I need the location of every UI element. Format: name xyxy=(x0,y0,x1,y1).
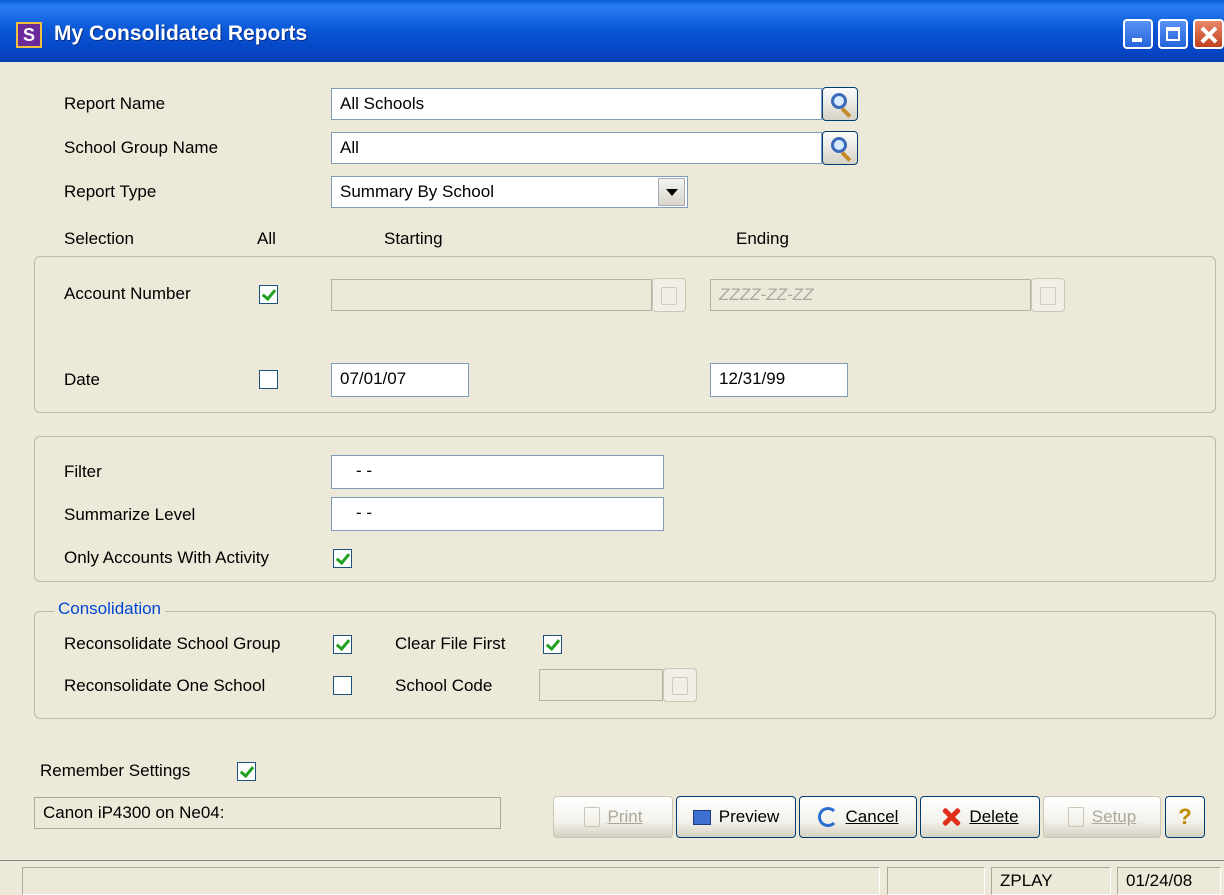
clear-file-checkbox[interactable] xyxy=(543,635,562,654)
help-icon: ? xyxy=(1178,804,1192,829)
print-button[interactable]: Print xyxy=(553,796,673,838)
minimize-button[interactable] xyxy=(1123,19,1153,49)
all-header: All xyxy=(257,229,276,248)
status-message-panel xyxy=(22,867,880,895)
account-end-field[interactable]: ZZZZ-ZZ-ZZ xyxy=(710,279,1031,311)
print-label: Print xyxy=(607,807,643,826)
magnifier-icon xyxy=(831,137,847,153)
date-end-field[interactable]: 12/31/99 xyxy=(710,363,848,397)
preview-button[interactable]: Preview xyxy=(676,796,796,838)
report-type-label: Report Type xyxy=(64,182,157,201)
maximize-button[interactable] xyxy=(1158,19,1188,49)
consolidation-legend: Consolidation xyxy=(54,599,166,619)
recon-one-label: Reconsolidate One School xyxy=(64,676,266,695)
report-name-label: Report Name xyxy=(64,94,166,113)
filter-label: Filter xyxy=(64,462,102,481)
recon-group-label: Reconsolidate School Group xyxy=(64,634,281,653)
account-number-label: Account Number xyxy=(64,284,191,303)
report-name-lookup-button[interactable] xyxy=(822,87,858,121)
school-group-field[interactable]: All xyxy=(331,132,822,164)
preview-label: Preview xyxy=(718,807,780,826)
close-button[interactable] xyxy=(1193,19,1224,49)
page-icon xyxy=(1067,807,1084,827)
status-bar: ZPLAY 01/24/08 xyxy=(0,860,1224,895)
report-window: S My Consolidated Reports Report Name Al… xyxy=(0,0,1224,895)
remember-settings-checkbox[interactable] xyxy=(237,762,256,781)
school-group-label: School Group Name xyxy=(64,138,219,157)
account-end-lookup-button[interactable] xyxy=(1031,278,1065,312)
help-button[interactable]: ? xyxy=(1165,796,1205,838)
magnifier-icon xyxy=(831,93,847,109)
clear-file-label: Clear File First xyxy=(395,634,506,653)
starting-header: Starting xyxy=(384,229,443,248)
delete-x-icon xyxy=(941,807,961,827)
app-icon: S xyxy=(16,22,42,48)
delete-button[interactable]: Delete xyxy=(920,796,1040,838)
report-type-value: Summary By School xyxy=(340,182,494,201)
date-all-checkbox[interactable] xyxy=(259,370,278,389)
setup-label: Setup xyxy=(1091,807,1137,826)
summarize-level-field[interactable]: - - xyxy=(331,497,664,531)
school-code-field[interactable] xyxy=(539,669,663,701)
account-start-lookup-button[interactable] xyxy=(652,278,686,312)
date-label: Date xyxy=(64,370,100,389)
chevron-down-icon[interactable] xyxy=(658,178,685,206)
remember-settings-label: Remember Settings xyxy=(40,761,191,780)
report-name-field[interactable]: All Schools xyxy=(331,88,822,120)
only-active-checkbox[interactable] xyxy=(333,549,352,568)
selection-header: Selection xyxy=(64,229,134,248)
account-all-checkbox[interactable] xyxy=(259,285,278,304)
window-title: My Consolidated Reports xyxy=(54,22,308,45)
delete-label: Delete xyxy=(969,807,1019,826)
report-type-select[interactable]: Summary By School xyxy=(331,176,688,208)
status-panel xyxy=(887,867,985,895)
status-date: 01/24/08 xyxy=(1117,867,1221,895)
undo-icon xyxy=(817,807,838,827)
ending-header: Ending xyxy=(736,229,789,248)
only-active-label: Only Accounts With Activity xyxy=(64,548,270,567)
filter-field[interactable]: - - xyxy=(331,455,664,489)
monitor-icon xyxy=(692,809,711,825)
cancel-button[interactable]: Cancel xyxy=(799,796,917,838)
printer-name: Canon iP4300 on Ne04: xyxy=(34,797,501,829)
school-code-lookup-button[interactable] xyxy=(663,668,697,702)
page-icon xyxy=(583,807,600,827)
title-bar[interactable]: S My Consolidated Reports xyxy=(0,0,1224,62)
cancel-label: Cancel xyxy=(845,807,899,826)
school-code-label: School Code xyxy=(395,676,493,695)
recon-one-checkbox[interactable] xyxy=(333,676,352,695)
status-user: ZPLAY xyxy=(991,867,1111,895)
date-start-field[interactable]: 07/01/07 xyxy=(331,363,469,397)
consolidation-group xyxy=(34,611,1216,719)
school-group-lookup-button[interactable] xyxy=(822,131,858,165)
recon-group-checkbox[interactable] xyxy=(333,635,352,654)
summarize-level-label: Summarize Level xyxy=(64,505,196,524)
setup-button[interactable]: Setup xyxy=(1043,796,1161,838)
account-start-field[interactable] xyxy=(331,279,652,311)
